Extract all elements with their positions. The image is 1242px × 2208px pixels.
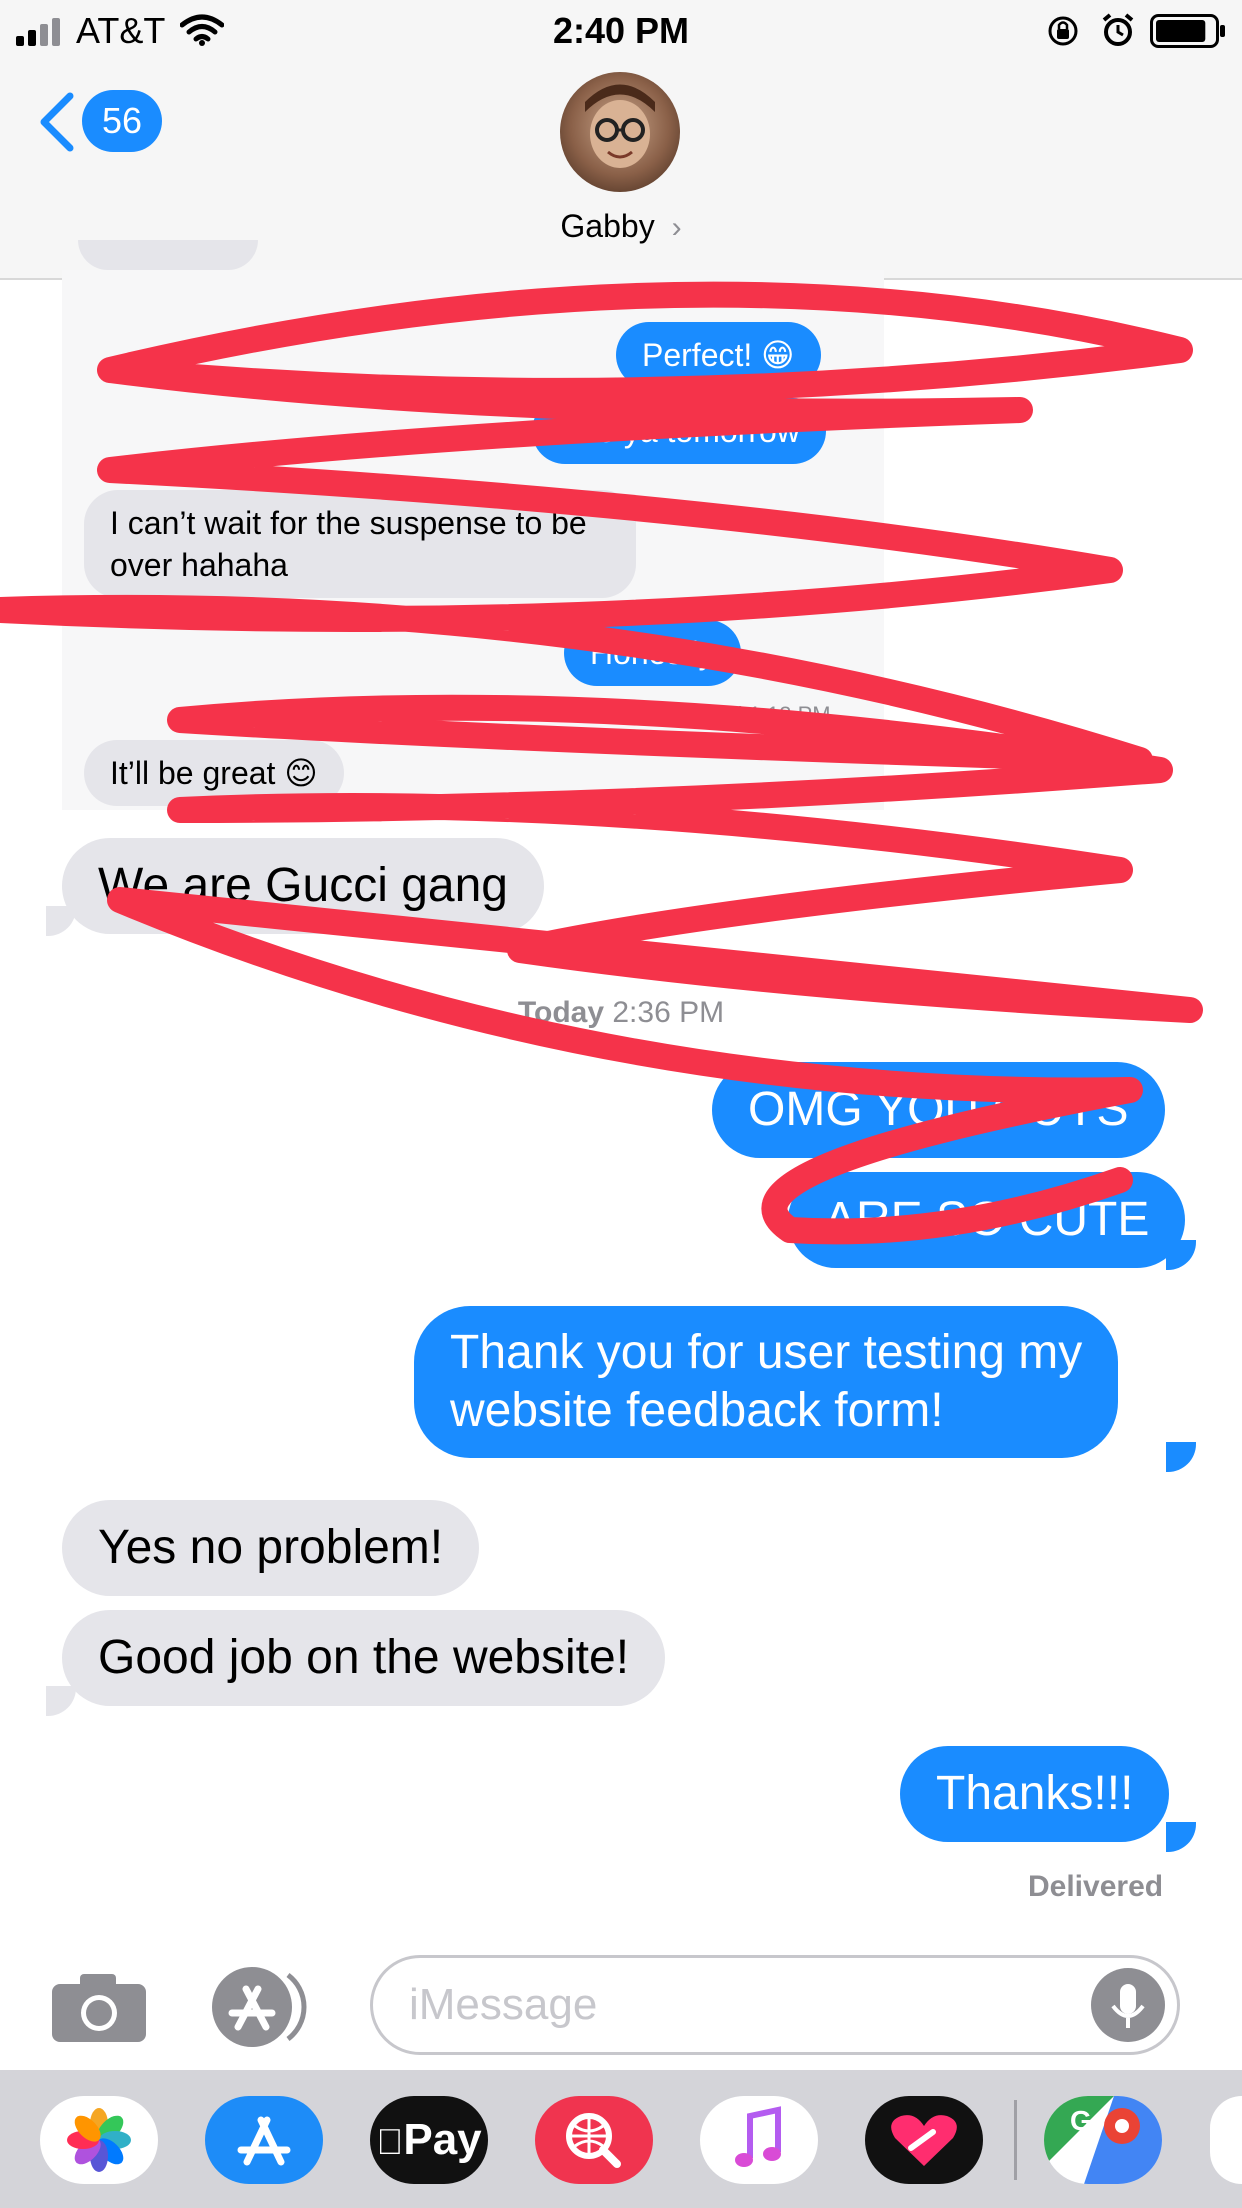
heart-app[interactable]	[865, 2096, 983, 2184]
maps-letter: G	[1070, 2105, 1092, 2136]
app-store-app[interactable]	[205, 2096, 323, 2184]
heart-app-icon	[891, 2115, 957, 2166]
message-placeholder: iMessage	[409, 1980, 598, 2029]
search-images-icon	[566, 2113, 621, 2168]
maps-icon: G	[1044, 2096, 1162, 2184]
music-icon	[735, 2106, 781, 2167]
photos-app[interactable]	[40, 2096, 158, 2184]
music-app[interactable]	[700, 2096, 818, 2184]
drawer-divider	[1014, 2100, 1017, 2180]
apple-pay-label: Pay	[389, 2115, 481, 2164]
apple-pay-icon: Pay	[370, 2096, 488, 2186]
maps-app[interactable]: G	[1044, 2096, 1162, 2184]
microphone-icon	[1111, 1984, 1145, 2028]
camera-icon	[52, 1974, 146, 2042]
scribble-stroke	[0, 281, 1203, 1245]
app-store-icon	[212, 1967, 307, 2047]
apple-pay-app[interactable]: Pay	[370, 2096, 488, 2184]
photos-icon	[67, 2108, 131, 2172]
camera-button[interactable]	[50, 1972, 148, 2049]
app-store-icon	[237, 2116, 291, 2166]
app-store-button[interactable]	[210, 1965, 320, 2054]
image-search-app[interactable]	[535, 2096, 653, 2184]
message-input[interactable]: iMessage	[370, 1955, 1180, 2055]
dictation-button[interactable]	[1091, 1968, 1165, 2042]
scribble-overlay	[0, 281, 1203, 1245]
